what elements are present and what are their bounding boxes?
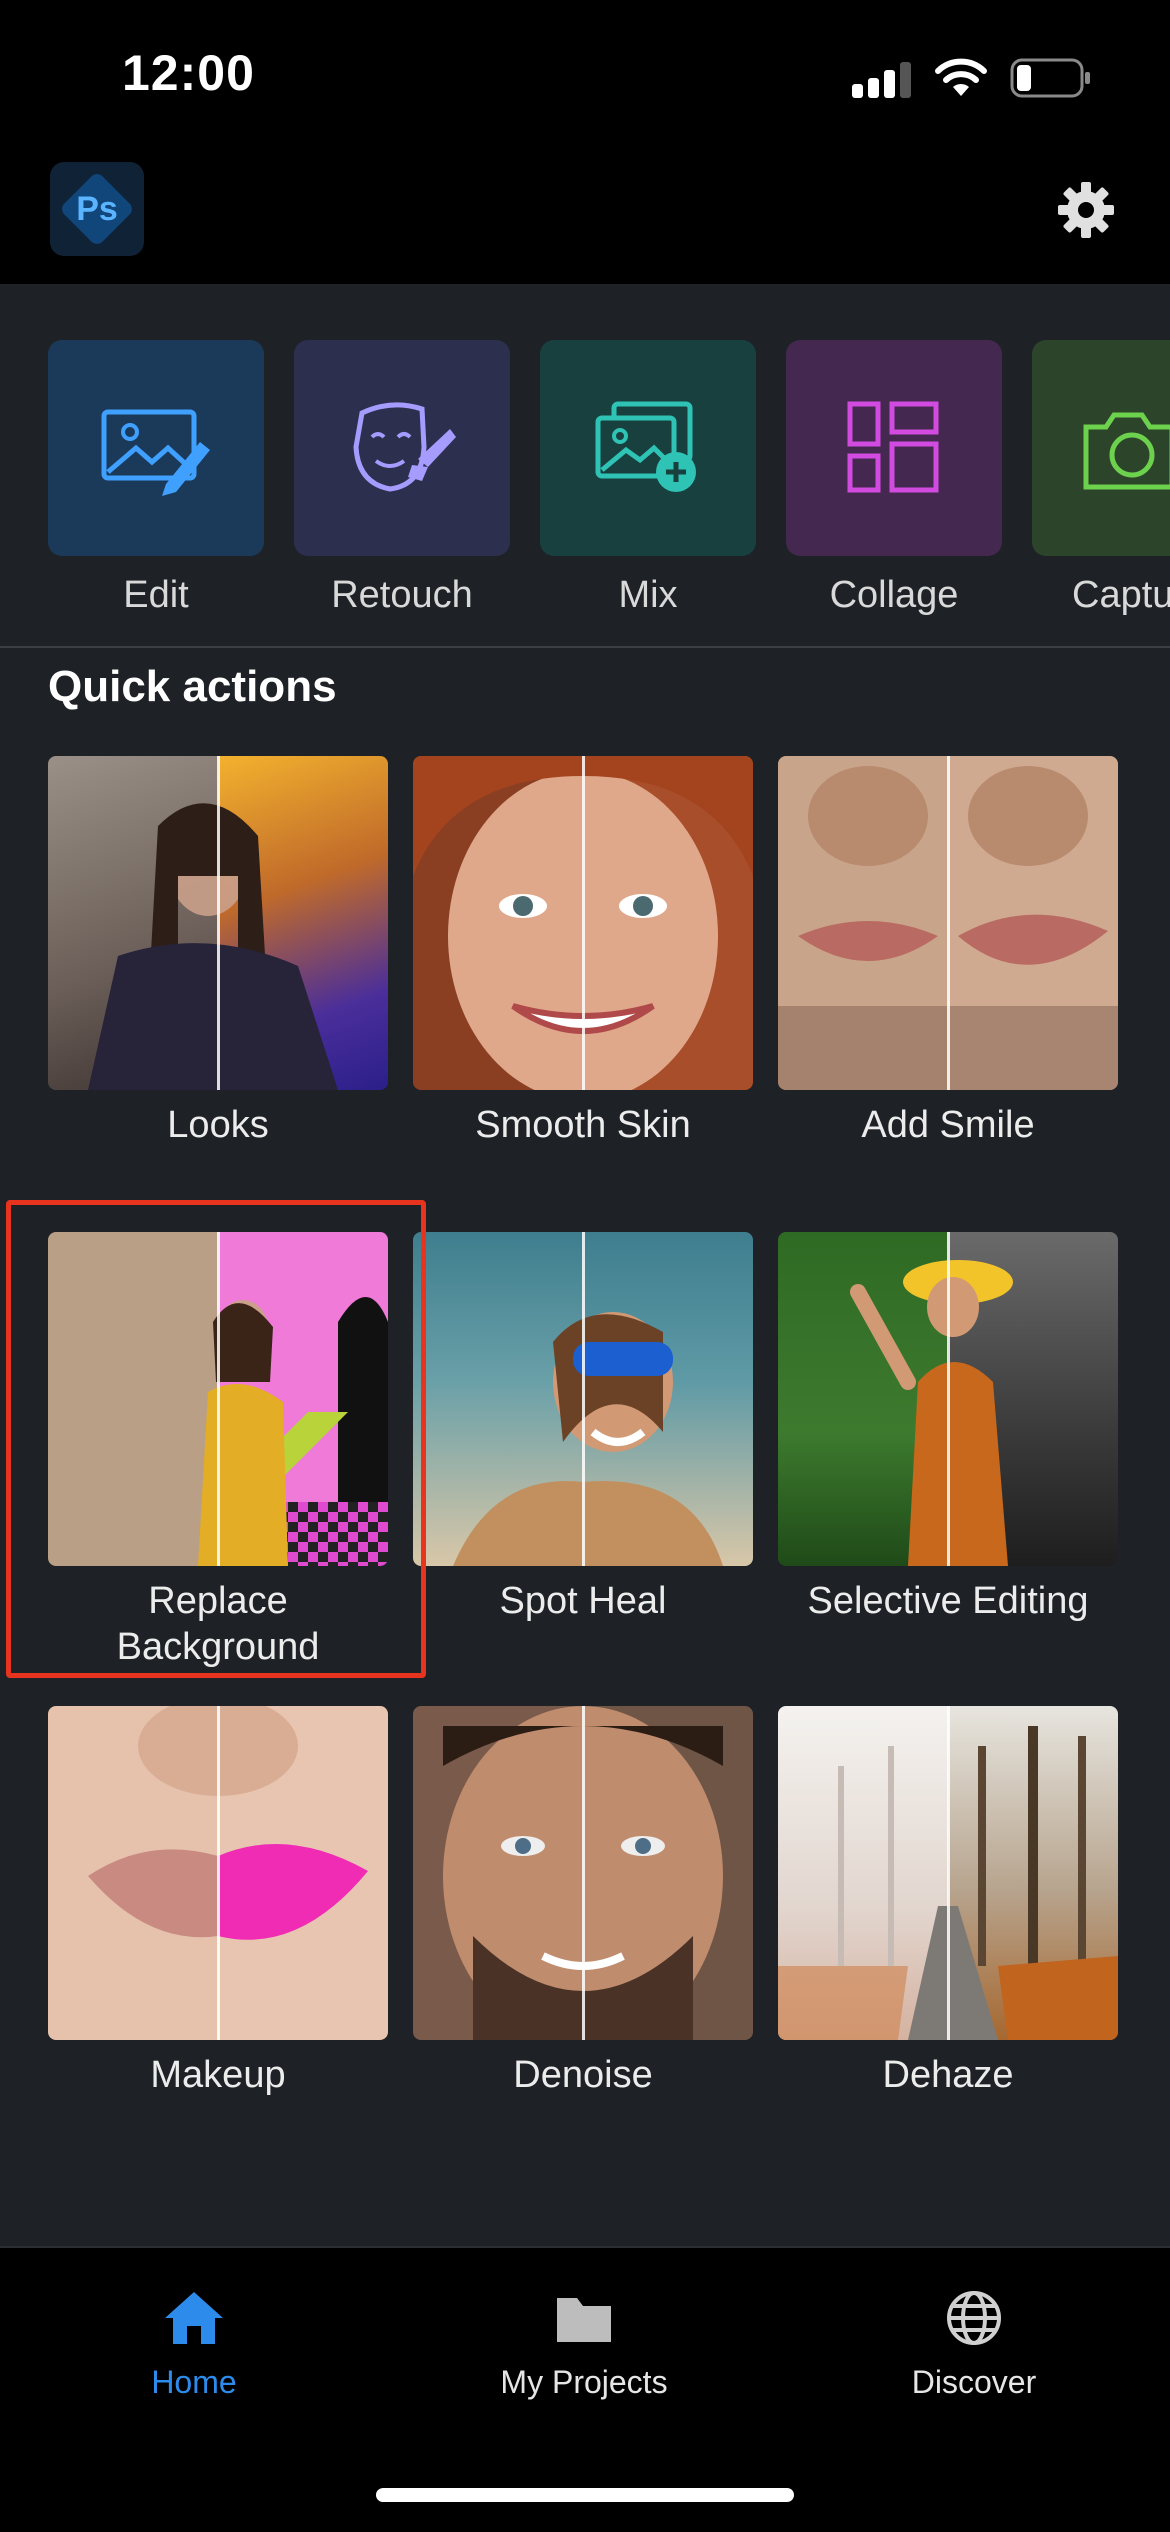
app-header: Ps bbox=[0, 150, 1170, 284]
tab-home-label: Home bbox=[151, 2364, 237, 2400]
quick-action-add-smile[interactable]: Add Smile bbox=[778, 756, 1118, 1148]
tools-carousel[interactable]: Edit Retouch Mix Collage Captu bbox=[0, 340, 1170, 640]
quick-action-label: Selective Editing bbox=[807, 1580, 1089, 1622]
add-smile-thumbnail[interactable] bbox=[778, 756, 1118, 1090]
selective-editing-thumbnail[interactable] bbox=[778, 1232, 1118, 1566]
tab-home[interactable]: Home bbox=[64, 2288, 324, 2401]
quick-action-replace-background[interactable]: Replace Background bbox=[48, 1232, 388, 1670]
replace-background-thumbnail[interactable] bbox=[48, 1232, 388, 1566]
quick-action-denoise[interactable]: Denoise bbox=[413, 1706, 753, 2098]
tool-retouch-label: Retouch bbox=[331, 574, 473, 616]
tool-mix-tile[interactable] bbox=[540, 340, 756, 556]
quick-action-label: Add Smile bbox=[861, 1104, 1035, 1146]
tab-my-projects[interactable]: My Projects bbox=[454, 2288, 714, 2401]
status-time: 12:00 bbox=[122, 45, 255, 101]
dehaze-thumbnail[interactable] bbox=[778, 1706, 1118, 2040]
retouch-face-icon bbox=[353, 402, 456, 492]
image-edit-icon bbox=[101, 409, 210, 496]
folder-icon bbox=[557, 2298, 611, 2342]
tool-capture-label: Captu bbox=[1072, 574, 1170, 616]
tool-edit-tile[interactable] bbox=[48, 340, 264, 556]
quick-action-label: Smooth Skin bbox=[475, 1104, 691, 1146]
tool-retouch-tile[interactable] bbox=[294, 340, 510, 556]
quick-action-spot-heal[interactable]: Spot Heal bbox=[413, 1232, 753, 1624]
tab-discover[interactable]: Discover bbox=[844, 2288, 1104, 2401]
smooth-skin-thumbnail[interactable] bbox=[413, 756, 753, 1090]
spot-heal-thumbnail[interactable] bbox=[413, 1232, 753, 1566]
home-indicator[interactable] bbox=[376, 2488, 794, 2502]
tool-collage[interactable]: Collage bbox=[786, 340, 1002, 617]
quick-action-smooth-skin[interactable]: Smooth Skin bbox=[413, 756, 753, 1148]
collage-grid-icon bbox=[847, 401, 939, 493]
tool-collage-label: Collage bbox=[829, 574, 959, 616]
quick-action-makeup[interactable]: Makeup bbox=[48, 1706, 388, 2098]
photoshop-logo: Ps bbox=[50, 162, 144, 256]
quick-action-looks[interactable]: Looks bbox=[48, 756, 388, 1148]
tab-my-projects-label: My Projects bbox=[500, 2364, 668, 2400]
quick-action-label: Looks bbox=[167, 1104, 269, 1146]
quick-action-label: Replace Background bbox=[116, 1580, 320, 1668]
tab-discover-label: Discover bbox=[911, 2364, 1037, 2400]
tool-capture[interactable]: Captu bbox=[1032, 340, 1170, 617]
quick-action-label: Makeup bbox=[150, 2054, 286, 2096]
quick-action-label: Spot Heal bbox=[499, 1580, 667, 1622]
tool-mix-label: Mix bbox=[618, 574, 678, 616]
makeup-thumbnail[interactable] bbox=[48, 1706, 388, 2040]
tool-edit-label: Edit bbox=[123, 574, 189, 616]
cellular-signal-icon bbox=[852, 58, 912, 98]
battery-icon bbox=[1010, 58, 1090, 98]
globe-icon bbox=[947, 2291, 1001, 2345]
tool-collage-tile[interactable] bbox=[786, 340, 1002, 556]
wifi-icon bbox=[935, 58, 987, 96]
tool-retouch[interactable]: Retouch bbox=[294, 340, 510, 617]
tool-mix[interactable]: Mix bbox=[540, 340, 756, 617]
settings-gear-icon[interactable] bbox=[1056, 180, 1116, 240]
quick-actions-heading: Quick actions bbox=[48, 662, 337, 711]
looks-thumbnail[interactable] bbox=[48, 756, 388, 1090]
quick-action-selective-editing[interactable]: Selective Editing bbox=[778, 1232, 1118, 1624]
tool-edit[interactable]: Edit bbox=[48, 340, 264, 617]
section-divider bbox=[0, 646, 1170, 648]
quick-action-dehaze[interactable]: Dehaze bbox=[778, 1706, 1118, 2098]
image-add-icon bbox=[595, 401, 696, 492]
status-bar: 12:00 bbox=[0, 0, 1170, 150]
denoise-thumbnail[interactable] bbox=[413, 1706, 753, 2040]
quick-action-label: Dehaze bbox=[882, 2054, 1014, 2096]
camera-icon bbox=[1083, 412, 1170, 490]
tool-capture-tile[interactable] bbox=[1032, 340, 1170, 556]
home-content: Edit Retouch Mix Collage Captu Quick act… bbox=[0, 284, 1170, 2246]
quick-action-label: Denoise bbox=[513, 2054, 653, 2096]
home-icon bbox=[165, 2292, 223, 2344]
